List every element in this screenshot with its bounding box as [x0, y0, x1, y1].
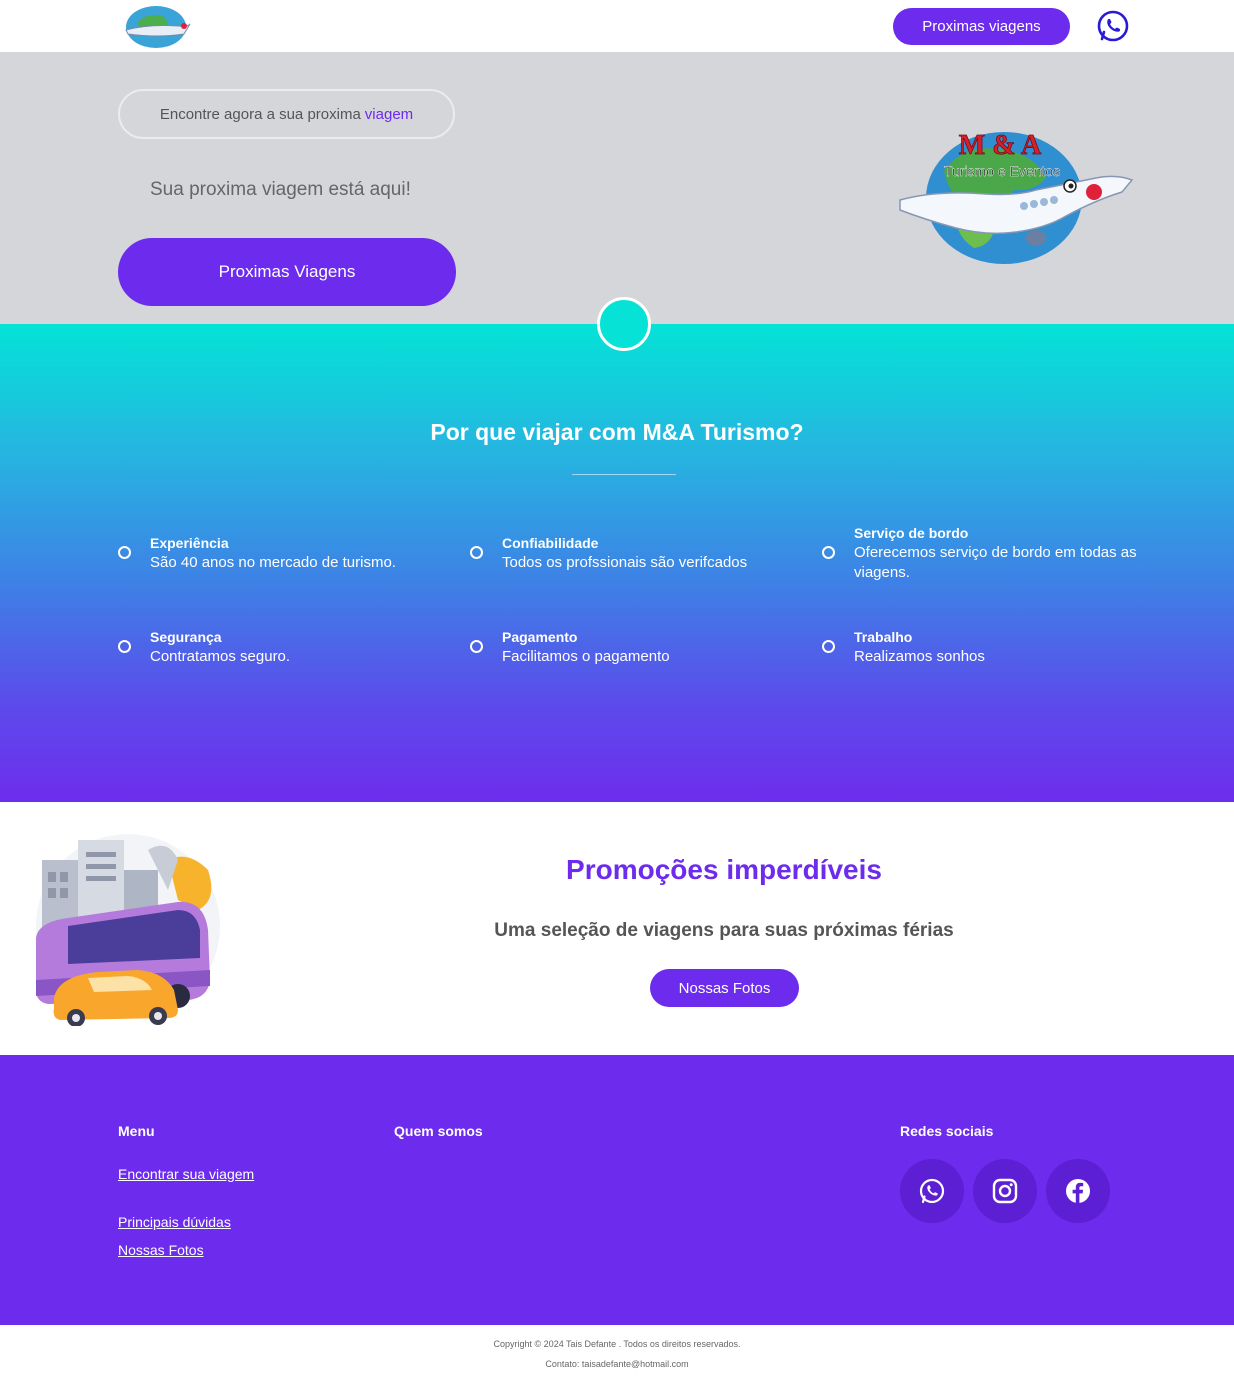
- whatsapp-icon: [919, 1178, 945, 1204]
- logo-text-top: M & A: [959, 130, 1042, 161]
- feature-desc: Todos os profssionais são verifcados: [502, 554, 748, 571]
- social-whatsapp-button[interactable]: [900, 1159, 964, 1223]
- feature-title: Pagamento: [502, 629, 578, 645]
- title-divider: [572, 474, 676, 475]
- whatsapp-icon[interactable]: [1096, 9, 1130, 43]
- company-logo-icon: M & A Turismo e Eventos: [899, 130, 1134, 264]
- promo-subtitle: Uma seleção de viagens para suas próxima…: [494, 920, 954, 941]
- circle-icon: [822, 546, 835, 559]
- circle-icon: [470, 546, 483, 559]
- copyright-text: Copyright © 2024 Tais Defante . Todos os…: [493, 1339, 741, 1349]
- feature-desc: Realizamos sonhos: [854, 648, 985, 665]
- footer-menu-heading: Menu: [118, 1123, 155, 1139]
- feature-desc: Oferecemos serviço de bordo em todas as …: [854, 544, 1137, 581]
- feature-title: Confiabilidade: [502, 535, 599, 551]
- footer-link-principais-duvidas[interactable]: Principais dúvidas: [118, 1214, 231, 1230]
- proximas-viagens-header-button[interactable]: Proximas viagens: [893, 8, 1070, 45]
- pill-text: Encontre agora a sua proxima: [159, 105, 361, 123]
- bus-city-illustration-icon: [36, 834, 220, 1026]
- contact-text: Contato: taisadefante@hotmail.com: [545, 1359, 689, 1369]
- footer-link-nossas-fotos[interactable]: Nossas Fotos: [118, 1242, 204, 1258]
- circle-icon: [822, 640, 835, 653]
- feature-title: Serviço de bordo: [854, 525, 969, 541]
- footer-about-heading: Quem somos: [394, 1123, 483, 1139]
- circle-icon: [118, 546, 131, 559]
- hero-subtitle: Sua proxima viagem está aqui!: [150, 179, 411, 200]
- site-header: Proximas viagens: [0, 0, 1234, 52]
- instagram-icon: [992, 1178, 1018, 1204]
- circle-icon: [470, 640, 483, 653]
- feature-desc: Facilitamos o pagamento: [502, 648, 670, 665]
- logo-text-bottom: Turismo e Eventos: [944, 163, 1060, 179]
- circle-icon: [118, 640, 131, 653]
- site-footer: Menu Quem somos Redes sociais Encontrar …: [0, 1055, 1234, 1325]
- feature-desc: Contratamos seguro.: [150, 648, 291, 665]
- proximas-viagens-hero-button[interactable]: Proximas Viagens: [118, 238, 456, 306]
- promo-title: Promoções imperdíveis: [566, 854, 882, 885]
- copyright-bar: Copyright © 2024 Tais Defante . Todos os…: [0, 1325, 1234, 1380]
- feature-desc: São 40 anos no mercado de turismo.: [150, 554, 396, 571]
- feature-title: Experiência: [150, 535, 229, 551]
- travel-logo-icon[interactable]: [118, 4, 194, 50]
- hero-section: Encontre agora a sua proxima viagem Sua …: [0, 52, 1234, 324]
- facebook-icon: [1066, 1179, 1090, 1203]
- footer-social-heading: Redes sociais: [900, 1123, 994, 1139]
- pill-accent-text: viagem: [364, 105, 414, 123]
- search-pill[interactable]: Encontre agora a sua proxima viagem: [118, 89, 455, 139]
- social-instagram-button[interactable]: [973, 1159, 1037, 1223]
- social-facebook-button[interactable]: [1046, 1159, 1110, 1223]
- features-section: Por que viajar com M&A Turismo? Experiên…: [0, 324, 1234, 802]
- promo-section: Promoções imperdíveis Uma seleção de via…: [0, 802, 1234, 1055]
- nossas-fotos-button[interactable]: Nossas Fotos: [650, 969, 799, 1007]
- footer-link-encontrar-viagem[interactable]: Encontrar sua viagem: [118, 1166, 254, 1182]
- feature-title: Trabalho: [854, 629, 913, 645]
- section-divider-circle: [597, 297, 651, 351]
- features-title: Por que viajar com M&A Turismo?: [430, 419, 804, 445]
- feature-title: Segurança: [150, 629, 222, 645]
